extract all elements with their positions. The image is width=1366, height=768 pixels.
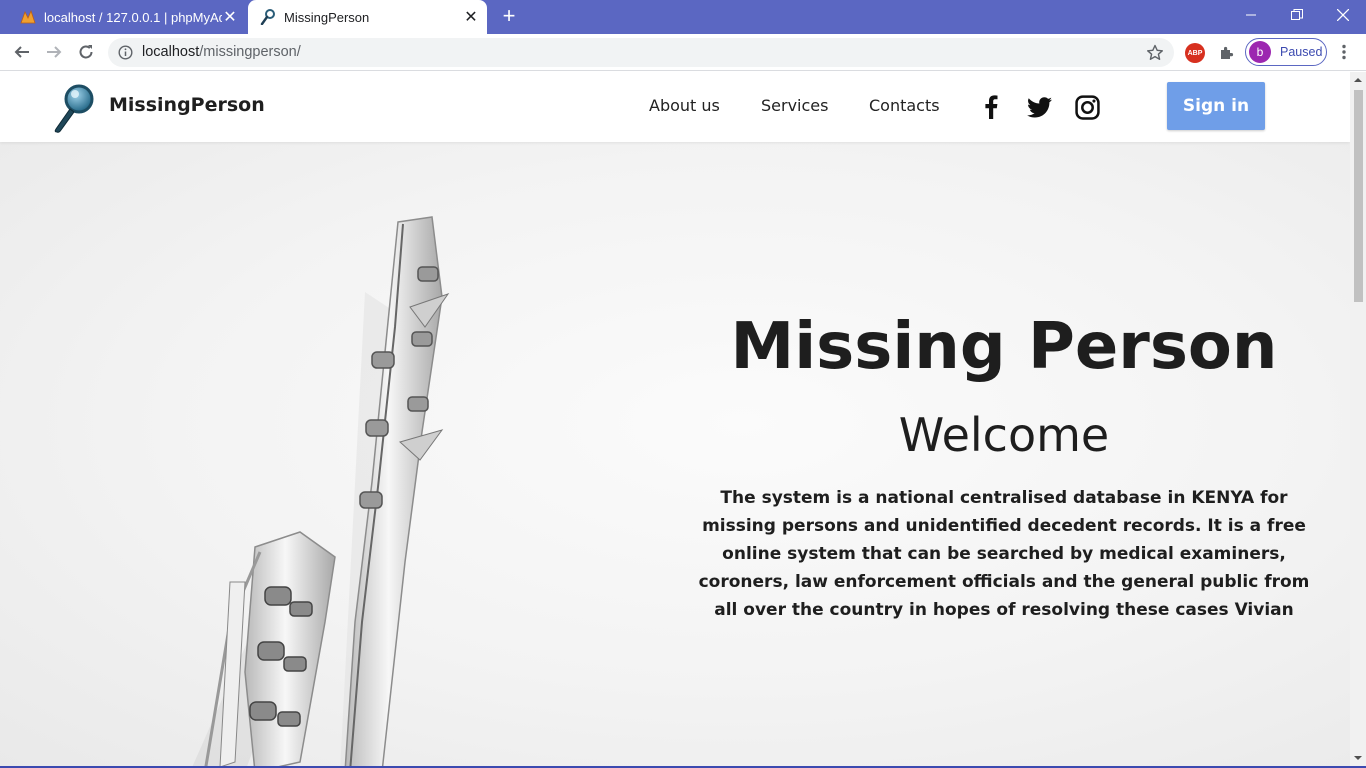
magnifier-icon: [260, 9, 276, 25]
profile-button[interactable]: b Paused: [1245, 38, 1327, 66]
adblock-icon[interactable]: ABP: [1185, 43, 1205, 63]
vertical-scrollbar[interactable]: [1350, 72, 1366, 766]
minimize-icon[interactable]: [1228, 0, 1274, 30]
hero-title: Missing Person: [730, 310, 1278, 384]
guitar-headstocks-image: [150, 202, 510, 766]
close-window-icon[interactable]: [1320, 0, 1366, 30]
scroll-down-icon[interactable]: [1354, 754, 1362, 762]
scroll-up-icon[interactable]: [1354, 76, 1362, 84]
page-viewport: MissingPerson About us Services Contacts…: [0, 72, 1350, 766]
new-tab-button[interactable]: +: [497, 5, 521, 28]
more-menu-icon[interactable]: [1334, 42, 1354, 62]
avatar: b: [1249, 41, 1271, 63]
browser-tab-missingperson[interactable]: MissingPerson ✕: [248, 0, 487, 34]
hero-description: The system is a national centralised dat…: [698, 488, 1310, 620]
instagram-icon[interactable]: [1074, 94, 1100, 120]
hero-subtitle: Welcome: [898, 408, 1110, 462]
url-path: /missingperson/: [199, 44, 301, 60]
close-tab-icon[interactable]: ✕: [463, 9, 479, 25]
phpmyadmin-icon: [20, 9, 36, 25]
nav-contacts[interactable]: Contacts: [869, 96, 940, 115]
forward-icon[interactable]: [42, 40, 66, 64]
url-host: localhost: [142, 44, 200, 60]
browser-toolbar: localhost/missingperson/ ABP b Paused: [0, 34, 1366, 71]
bookmark-star-icon[interactable]: [1146, 44, 1164, 62]
back-icon[interactable]: [10, 40, 34, 64]
twitter-icon[interactable]: [1026, 94, 1052, 120]
profile-status: Paused: [1280, 45, 1323, 59]
brand-name[interactable]: MissingPerson: [109, 94, 265, 116]
nav-about-us[interactable]: About us: [649, 96, 720, 115]
restore-icon[interactable]: [1274, 0, 1320, 30]
extensions-puzzle-icon[interactable]: [1217, 43, 1237, 63]
address-bar[interactable]: localhost/missingperson/: [108, 38, 1174, 67]
facebook-icon[interactable]: [978, 94, 1004, 120]
hero-section: Missing Person Welcome The system is a n…: [0, 142, 1350, 766]
magnifier-logo-icon[interactable]: [50, 82, 98, 134]
sign-in-button[interactable]: Sign in: [1167, 82, 1265, 130]
browser-tab-strip: localhost / 127.0.0.1 | phpMyAdmin ✕ Mis…: [0, 0, 1366, 34]
site-header: MissingPerson About us Services Contacts…: [0, 72, 1350, 142]
tab-title: MissingPerson: [284, 9, 370, 25]
site-info-icon[interactable]: [118, 45, 133, 60]
close-tab-icon[interactable]: ✕: [222, 9, 238, 25]
nav-services[interactable]: Services: [761, 96, 828, 115]
reload-icon[interactable]: [74, 40, 98, 64]
url-text: localhost/missingperson/: [142, 44, 301, 60]
tab-title: localhost / 127.0.0.1 | phpMyAdmin: [44, 9, 222, 25]
scrollbar-thumb[interactable]: [1354, 90, 1363, 302]
browser-tab-phpmyadmin[interactable]: localhost / 127.0.0.1 | phpMyAdmin ✕: [8, 0, 246, 34]
